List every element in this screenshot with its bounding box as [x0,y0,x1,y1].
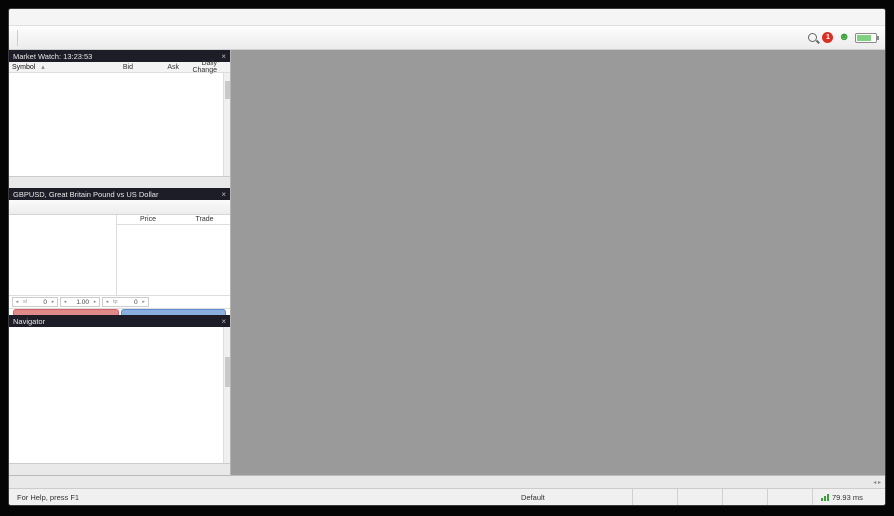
navigator-title: Navigator [13,317,45,326]
dom-panel-title: GBPUSD, Great Britain Pound vs US Dollar [13,190,158,199]
market-watch-scrollbar[interactable] [223,73,230,176]
status-latency: 79.93 ms [813,489,885,505]
ladder-price-header: Price [117,216,179,223]
dom-body: Price Trade [9,215,230,296]
market-watch-title: Market Watch: 13:23:53 [13,52,92,61]
price-ladder: Price Trade [117,215,230,295]
market-watch-column-header: Symbol ▴ Bid Ask Daily Change [9,62,230,73]
market-watch-tabs [9,176,230,188]
status-help-text: For Help, press F1 [9,489,513,505]
tick-chart [9,215,117,295]
search-icon[interactable] [808,33,817,42]
volume-stepper[interactable]: ◂1.00▸ [60,297,100,307]
tab-scroll-arrows[interactable]: ◂ ▸ [873,479,881,486]
connection-signal-icon [821,494,829,501]
navigator-tabs [9,463,230,475]
screen-background: 1 ☻ Market Watch: 13:23:53 × Symbol ▴ Bi… [0,0,894,516]
user-icon[interactable]: ☻ [838,32,850,43]
market-watch-table [9,73,230,176]
toolbar-right-group: 1 ☻ [808,32,881,43]
take-profit-stepper[interactable]: ◂tp 0▸ [102,297,149,307]
order-controls: ◂sl 0▸ ◂1.00▸ ◂tp 0▸ [9,296,230,309]
main-area: Market Watch: 13:23:53 × Symbol ▴ Bid As… [9,50,885,475]
column-symbol: Symbol [12,64,35,71]
column-bid[interactable]: Bid [81,64,133,71]
dom-panel-close-icon[interactable]: × [221,190,226,199]
toolbar-separator [17,30,18,46]
mt5-window: 1 ☻ Market Watch: 13:23:53 × Symbol ▴ Bi… [8,8,886,506]
navigator-header: Navigator × [9,315,230,327]
sort-indicator-icon: ▴ [41,63,45,71]
column-ask[interactable]: Ask [133,64,179,71]
left-sidebar: Market Watch: 13:23:53 × Symbol ▴ Bid As… [9,50,231,475]
navigator-close-icon[interactable]: × [221,317,226,326]
menu-bar [9,9,885,26]
stop-loss-stepper[interactable]: ◂sl 0▸ [12,297,58,307]
status-profile[interactable]: Default [513,489,633,505]
chart-tab-bar: ◂ ▸ [9,475,885,488]
column-daily-change[interactable]: Daily Change [179,60,225,74]
navigator-scrollbar[interactable] [223,327,230,463]
toolbar: 1 ☻ [9,26,885,50]
ladder-trade-header: Trade [179,216,230,223]
dom-toolbar [9,200,230,215]
navigator-tree [9,327,230,463]
status-bar: For Help, press F1 Default 79.93 ms [9,488,885,505]
notifications-badge[interactable]: 1 [822,32,833,43]
dom-panel-header: GBPUSD, Great Britain Pound vs US Dollar… [9,188,230,200]
battery-icon [855,33,877,43]
chart-grid [231,50,885,475]
